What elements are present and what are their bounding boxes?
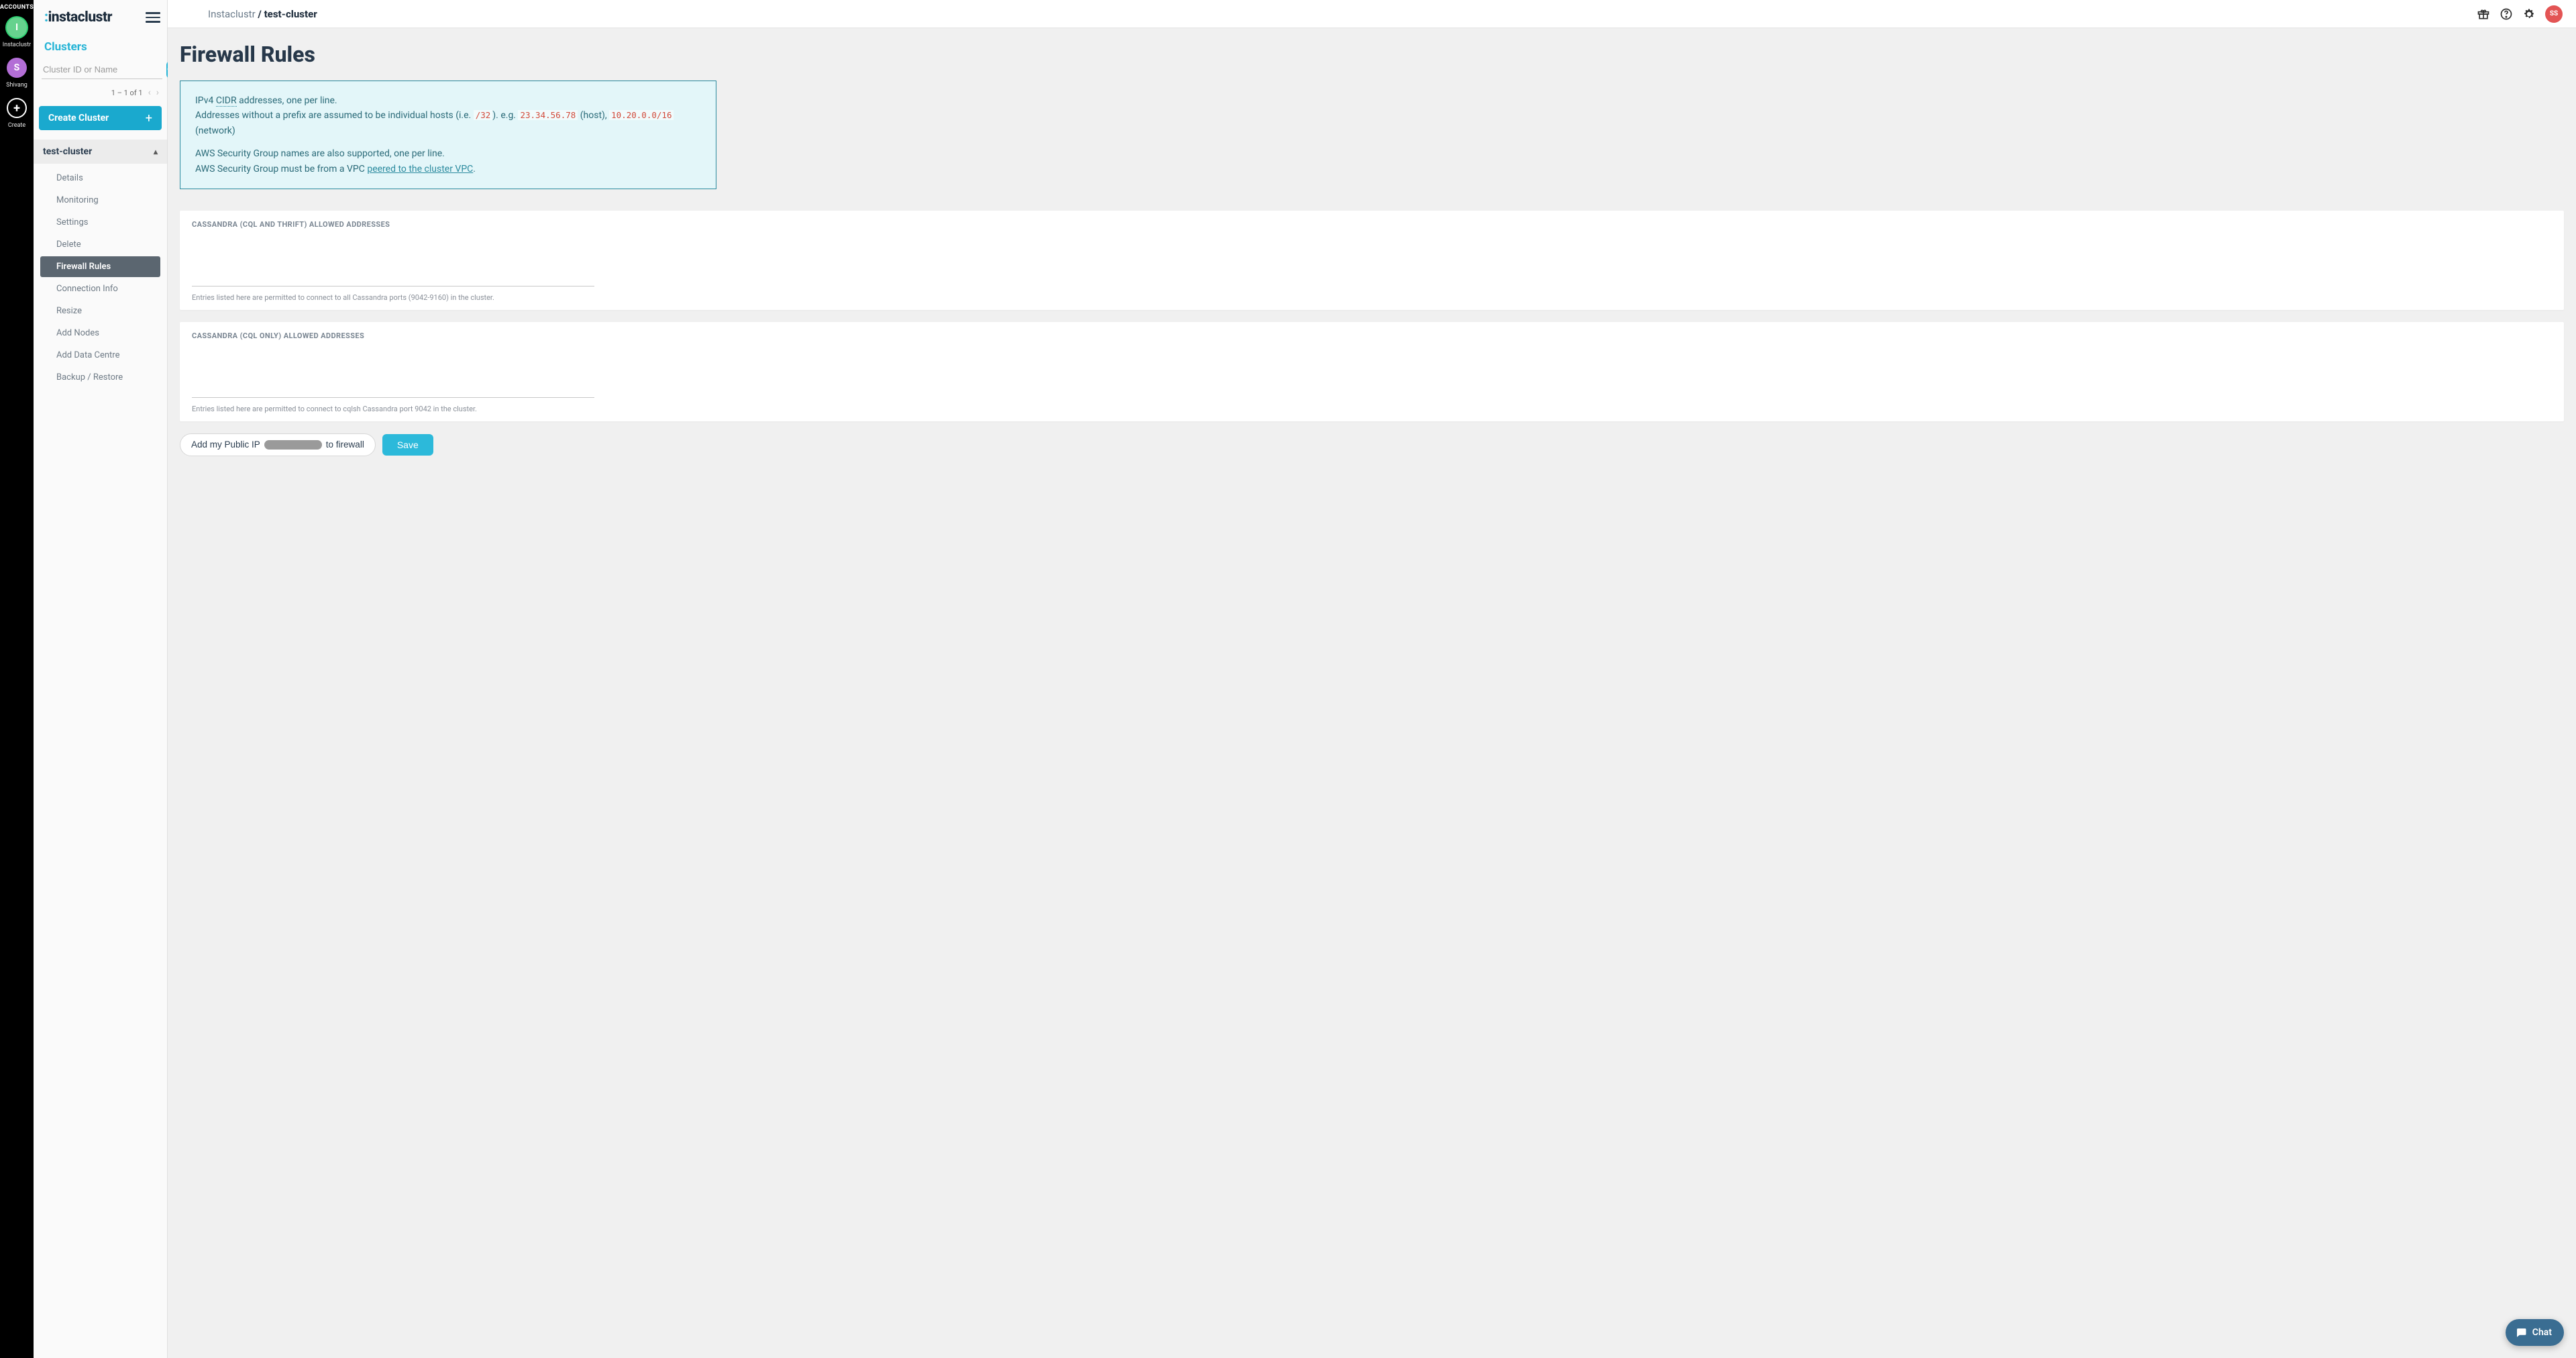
cql-only-card: CASSANDRA (CQL ONLY) ALLOWED ADDRESSES E… — [180, 322, 2564, 421]
peered-vpc-link[interactable]: peered to the cluster VPC — [367, 164, 473, 174]
subnav-connection-info[interactable]: Connection Info — [40, 278, 160, 299]
account-item-instaclustr[interactable]: I Instaclustr — [3, 17, 31, 48]
hamburger-menu-icon[interactable] — [146, 12, 160, 23]
chat-icon — [2515, 1326, 2527, 1339]
cluster-item-test-cluster[interactable]: test-cluster ▴ — [34, 140, 167, 164]
accounts-rail: ACCOUNTS I Instaclustr S Shivang + Creat… — [0, 0, 34, 1358]
cluster-search-input[interactable] — [42, 60, 162, 79]
brand-logo[interactable]: :instaclustr — [44, 9, 112, 25]
chat-label: Chat — [2532, 1327, 2552, 1338]
breadcrumb: Instaclustr / test-cluster — [208, 8, 317, 20]
chevron-up-icon: ▴ — [154, 147, 158, 156]
pager-prev-icon[interactable]: ‹ — [148, 87, 151, 98]
create-cluster-label: Create Cluster — [48, 113, 109, 123]
breadcrumb-root[interactable]: Instaclustr — [208, 8, 256, 20]
gift-icon[interactable] — [2477, 7, 2490, 21]
page-title: Firewall Rules — [180, 42, 2564, 67]
account-avatar: S — [7, 58, 27, 78]
plus-icon: + — [146, 111, 152, 125]
cql-thrift-card: CASSANDRA (CQL AND THRIFT) ALLOWED ADDRE… — [180, 211, 2564, 310]
clusters-heading: Clusters — [34, 31, 167, 60]
cql-only-label: CASSANDRA (CQL ONLY) ALLOWED ADDRESSES — [192, 331, 2552, 340]
cql-only-help: Entries listed here are permitted to con… — [192, 405, 2552, 413]
main: Instaclustr / test-cluster SS Firewall R… — [168, 0, 2576, 1358]
create-account-button[interactable]: + Create — [7, 98, 27, 129]
subnav-settings[interactable]: Settings — [40, 212, 160, 233]
subnav-monitoring[interactable]: Monitoring — [40, 190, 160, 211]
cql-thrift-help: Entries listed here are permitted to con… — [192, 293, 2552, 302]
plus-circle-icon: + — [7, 98, 27, 118]
subnav-firewall-rules[interactable]: Firewall Rules — [40, 256, 160, 277]
cql-only-textarea[interactable] — [192, 346, 594, 398]
create-cluster-button[interactable]: Create Cluster + — [39, 106, 162, 130]
pager: 1 – 1 of 1 ‹ › — [34, 83, 167, 106]
account-label: Shivang — [6, 82, 28, 89]
user-avatar[interactable]: SS — [2545, 5, 2563, 23]
gear-icon[interactable] — [2522, 7, 2536, 21]
save-button[interactable]: Save — [382, 434, 433, 456]
cluster-subnav: Details Monitoring Settings Delete Firew… — [34, 164, 167, 392]
account-item-shivang[interactable]: S Shivang — [6, 58, 28, 89]
subnav-delete[interactable]: Delete — [40, 234, 160, 255]
cql-thrift-textarea[interactable] — [192, 234, 594, 286]
create-label: Create — [8, 122, 25, 129]
subnav-backup-restore[interactable]: Backup / Restore — [40, 367, 160, 388]
topbar: Instaclustr / test-cluster SS — [168, 0, 2576, 28]
add-public-ip-button[interactable]: Add my Public IP to firewall — [180, 433, 376, 456]
account-avatar: I — [7, 17, 27, 38]
cidr-abbr: CIDR — [216, 95, 237, 107]
subnav-add-nodes[interactable]: Add Nodes — [40, 323, 160, 344]
info-box: IPv4 CIDR addresses, one per line. Addre… — [180, 81, 716, 189]
account-label: Instaclustr — [3, 42, 31, 48]
subnav-add-data-centre[interactable]: Add Data Centre — [40, 345, 160, 366]
help-icon[interactable] — [2500, 7, 2513, 21]
cluster-name: test-cluster — [43, 146, 92, 157]
breadcrumb-current: test-cluster — [264, 8, 317, 20]
subnav-resize[interactable]: Resize — [40, 301, 160, 321]
chat-widget[interactable]: Chat — [2506, 1319, 2564, 1346]
pager-text: 1 – 1 of 1 — [111, 89, 143, 97]
ip-redacted — [264, 440, 322, 450]
subnav-details[interactable]: Details — [40, 168, 160, 189]
accounts-rail-title: ACCOUNTS — [0, 4, 34, 11]
cql-thrift-label: CASSANDRA (CQL AND THRIFT) ALLOWED ADDRE… — [192, 220, 2552, 229]
sidebar: :instaclustr Clusters 1 – 1 of 1 ‹ › Cre… — [34, 0, 168, 1358]
pager-next-icon[interactable]: › — [156, 87, 159, 98]
